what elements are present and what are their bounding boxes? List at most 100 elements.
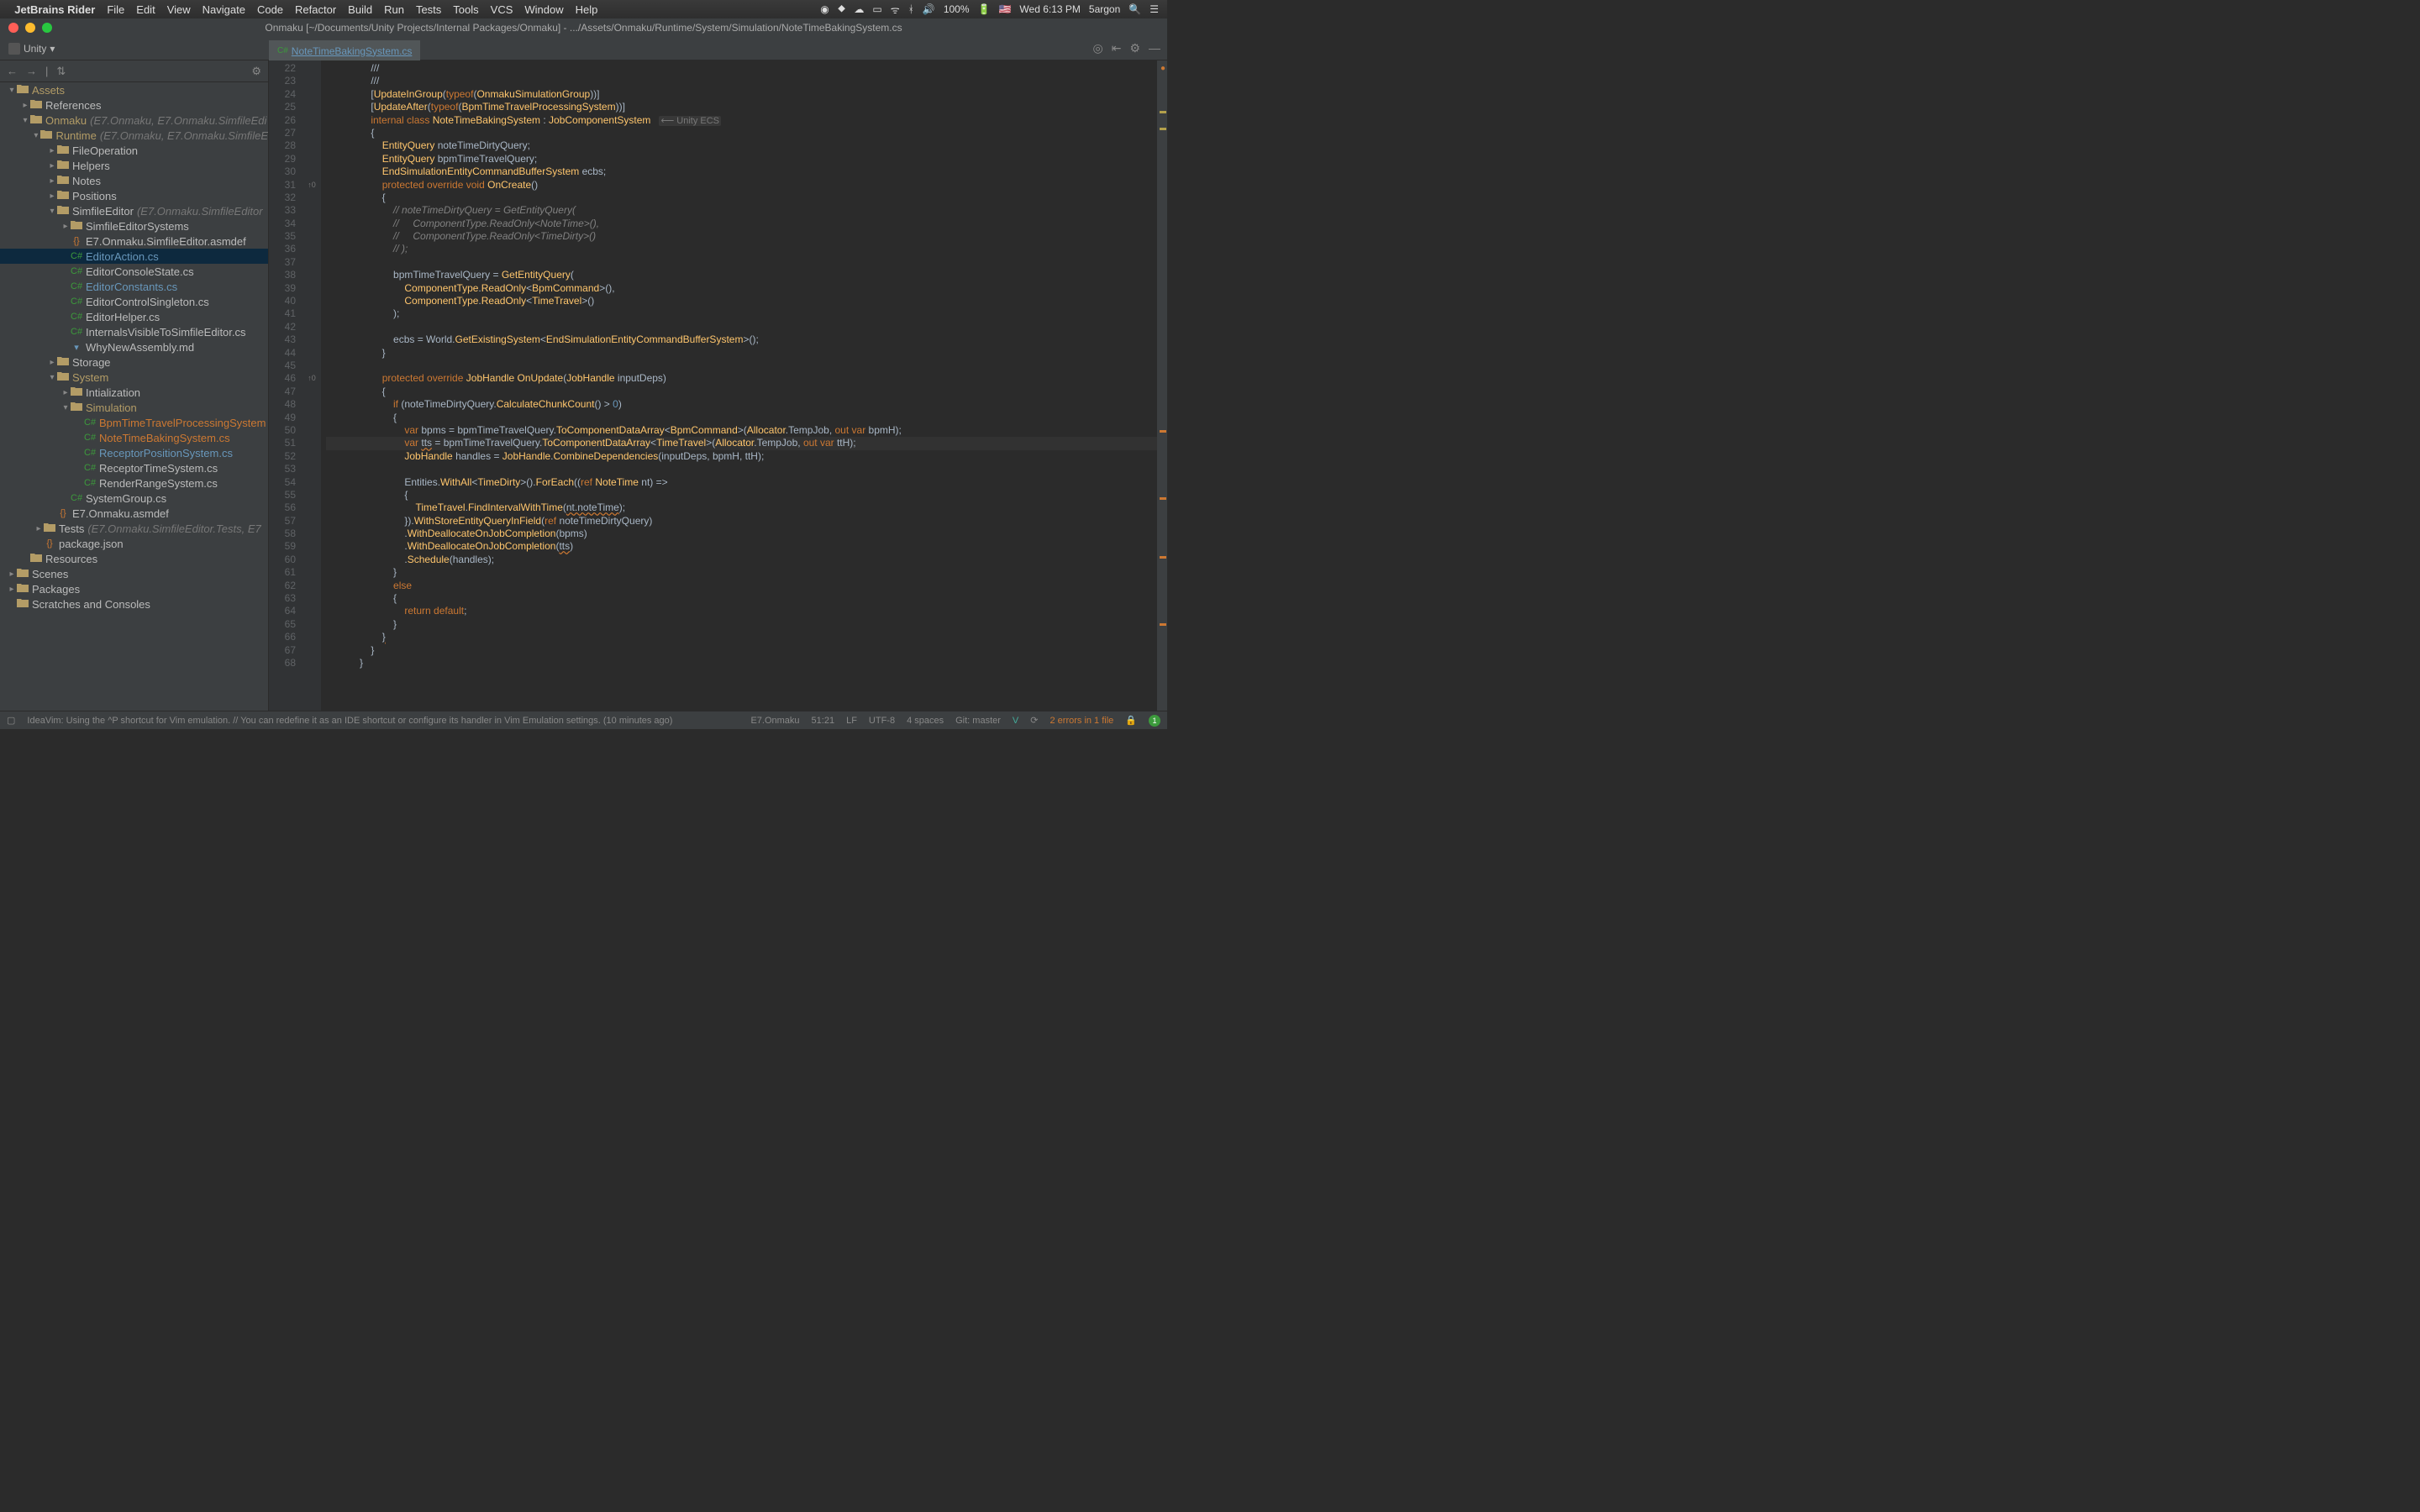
tree-item[interactable]: ▾SimfileEditor(E7.Onmaku.SimfileEditor — [0, 203, 268, 218]
tree-item[interactable]: ▸SimfileEditorSystems — [0, 218, 268, 234]
tree-item[interactable]: ▸Notes — [0, 173, 268, 188]
dropbox-icon[interactable]: ⯁ — [838, 3, 846, 16]
tree-item[interactable]: ▸Tests(E7.Onmaku.SimfileEditor.Tests, E7 — [0, 521, 268, 536]
clock[interactable]: Wed 6:13 PM — [1019, 3, 1080, 15]
tree-item[interactable]: {}package.json — [0, 536, 268, 551]
menu-run[interactable]: Run — [384, 3, 404, 16]
tree-item[interactable]: ▸Scenes — [0, 566, 268, 581]
bluetooth-icon[interactable]: ᚼ — [908, 3, 914, 15]
tree-item[interactable]: C#SystemGroup.cs — [0, 491, 268, 506]
battery-label[interactable]: 100% — [944, 3, 970, 15]
menu-view[interactable]: View — [167, 3, 191, 16]
volume-icon[interactable]: 🔊 — [923, 3, 935, 15]
expand-icon[interactable]: ▾ — [60, 403, 71, 412]
tree-item[interactable]: C#ReceptorTimeSystem.cs — [0, 460, 268, 475]
collapse-icon[interactable]: ⇤ — [1112, 41, 1122, 55]
expand-icon[interactable]: ▾ — [31, 131, 40, 140]
gutter-marks[interactable]: ↑0↑0 — [302, 60, 321, 711]
vim-icon[interactable]: V — [1013, 716, 1018, 726]
status-line-ending[interactable]: LF — [846, 716, 857, 726]
expand-icon[interactable]: ▾ — [20, 116, 30, 125]
status-indent[interactable]: 4 spaces — [907, 716, 944, 726]
expand-icon[interactable]: ▸ — [47, 192, 57, 201]
app-name[interactable]: JetBrains Rider — [14, 3, 95, 16]
search-icon[interactable]: 🔍 — [1128, 3, 1141, 15]
expand-icon[interactable]: ▾ — [47, 207, 57, 216]
expand-icon[interactable]: ▸ — [34, 524, 44, 533]
battery-icon[interactable]: 🔋 — [978, 3, 991, 15]
tree-item[interactable]: {}E7.Onmaku.asmdef — [0, 506, 268, 521]
expand-icon[interactable]: ▸ — [47, 161, 57, 171]
tree-item[interactable]: ▸Packages — [0, 581, 268, 596]
expand-icon[interactable]: ▸ — [47, 176, 57, 186]
tree-item[interactable]: ▸References — [0, 97, 268, 113]
tree-item[interactable]: ▾System — [0, 370, 268, 385]
tree-item[interactable]: C#InternalsVisibleToSimfileEditor.cs — [0, 324, 268, 339]
tree-item[interactable]: ▾Simulation — [0, 400, 268, 415]
tree-item[interactable]: ▾Onmaku(E7.Onmaku, E7.Onmaku.SimfileEdi — [0, 113, 268, 128]
gear-icon[interactable]: ⚙ — [1129, 41, 1140, 55]
tree-item[interactable]: C#EditorHelper.cs — [0, 309, 268, 324]
menu-navigate[interactable]: Navigate — [203, 3, 245, 16]
back-icon[interactable]: ← — [7, 65, 18, 77]
run-config[interactable]: Unity ▾ — [8, 43, 55, 55]
badge-icon[interactable]: 1 — [1149, 715, 1160, 727]
expand-icon[interactable]: ▾ — [47, 373, 57, 382]
expand-icon[interactable]: ▸ — [47, 146, 57, 155]
tree-item[interactable]: ▾WhyNewAssembly.md — [0, 339, 268, 354]
cloud-icon[interactable]: ☁ — [854, 3, 864, 15]
error-indicator-icon[interactable]: ● — [1160, 62, 1165, 75]
tree-item[interactable]: ▾Runtime(E7.Onmaku, E7.Onmaku.SimfileE — [0, 128, 268, 143]
gear-icon[interactable]: ⚙ — [251, 65, 261, 78]
tree-item[interactable]: ▸FileOperation — [0, 143, 268, 158]
tree-item[interactable]: ▸Intialization — [0, 385, 268, 400]
tree-item[interactable]: C#EditorConstants.cs — [0, 279, 268, 294]
expand-icon[interactable]: ▸ — [60, 388, 71, 397]
expand-icon[interactable]: ▸ — [7, 570, 17, 579]
menu-icon[interactable]: ☰ — [1150, 3, 1159, 15]
tree-item[interactable]: ▸Helpers — [0, 158, 268, 173]
status-git[interactable]: Git: master — [955, 716, 1001, 726]
flag-icon[interactable]: 🇺🇸 — [998, 3, 1011, 15]
status-position[interactable]: 51:21 — [812, 716, 835, 726]
status-project[interactable]: E7.Onmaku — [750, 716, 799, 726]
menu-refactor[interactable]: Refactor — [295, 3, 336, 16]
tree-item[interactable]: C#EditorControlSingleton.cs — [0, 294, 268, 309]
tree-item[interactable]: C#EditorAction.cs — [0, 249, 268, 264]
expand-icon[interactable]: ▸ — [20, 101, 30, 110]
tree-item[interactable]: C#BpmTimeTravelProcessingSystem — [0, 415, 268, 430]
user-label[interactable]: 5argon — [1089, 3, 1120, 15]
tree-item[interactable]: Resources — [0, 551, 268, 566]
menu-window[interactable]: Window — [524, 3, 563, 16]
target-icon[interactable]: ◎ — [1092, 41, 1102, 55]
project-tree[interactable]: ▾Assets▸References▾Onmaku(E7.Onmaku, E7.… — [0, 82, 268, 711]
status-encoding[interactable]: UTF-8 — [869, 716, 895, 726]
code-editor[interactable]: /// /// [UpdateInGroup(typeof(OnmakuSimu… — [321, 60, 1157, 711]
error-stripe[interactable]: ● — [1157, 60, 1167, 711]
tree-item[interactable]: C#NoteTimeBakingSystem.cs — [0, 430, 268, 445]
lock-icon[interactable]: 🔒 — [1125, 715, 1137, 726]
wifi-icon[interactable]: ᯤ — [891, 3, 900, 17]
forward-icon[interactable]: → — [26, 65, 37, 77]
expand-icon[interactable]: ▾ — [7, 86, 17, 95]
menu-tools[interactable]: Tools — [453, 3, 478, 16]
tree-item[interactable]: ▸Storage — [0, 354, 268, 370]
tool-window-icon[interactable]: ▢ — [7, 715, 15, 726]
menu-vcs[interactable]: VCS — [491, 3, 513, 16]
editor-tab[interactable]: C# NoteTimeBakingSystem.cs — [269, 40, 420, 60]
tree-item[interactable]: C#ReceptorPositionSystem.cs — [0, 445, 268, 460]
display-icon[interactable]: ▭ — [872, 3, 881, 15]
menu-tests[interactable]: Tests — [416, 3, 441, 16]
menu-help[interactable]: Help — [576, 3, 598, 16]
tree-item[interactable]: ▾Assets — [0, 82, 268, 97]
expand-icon[interactable]: ▸ — [60, 222, 71, 231]
menu-file[interactable]: File — [107, 3, 124, 16]
sort-icon[interactable]: ⇅ — [56, 65, 66, 78]
tree-item[interactable]: {}E7.Onmaku.SimfileEditor.asmdef — [0, 234, 268, 249]
analyze-icon[interactable]: ⟳ — [1030, 715, 1038, 726]
status-icon[interactable]: ◉ — [820, 3, 829, 15]
status-errors[interactable]: 2 errors in 1 file — [1050, 716, 1113, 726]
expand-icon[interactable]: ▸ — [7, 585, 17, 594]
menu-build[interactable]: Build — [348, 3, 372, 16]
tree-item[interactable]: C#EditorConsoleState.cs — [0, 264, 268, 279]
